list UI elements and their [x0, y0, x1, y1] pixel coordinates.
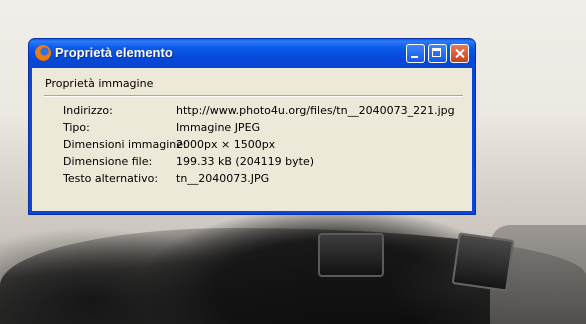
- property-label: Indirizzo:: [63, 104, 113, 117]
- dialog-body: Proprietà immagine Indirizzo: http://www…: [32, 68, 472, 211]
- close-button[interactable]: [450, 44, 469, 63]
- background-photo-buckle: [318, 233, 384, 277]
- properties-dialog: Proprietà elemento Proprietà immagine In…: [28, 38, 476, 215]
- property-value[interactable]: http://www.photo4u.org/files/tn__2040073…: [176, 104, 455, 118]
- property-label: Tipo:: [63, 121, 90, 134]
- title-bar[interactable]: Proprietà elemento: [29, 39, 475, 68]
- property-label: Testo alternativo:: [63, 172, 159, 185]
- section-label: Proprietà immagine: [45, 77, 154, 90]
- background-photo-buckle: [451, 232, 515, 292]
- separator: [44, 95, 463, 97]
- property-label: Dimensione file:: [63, 155, 153, 168]
- maximize-button[interactable]: [428, 44, 447, 63]
- property-value[interactable]: 199.33 kB (204119 byte): [176, 155, 314, 169]
- firefox-icon[interactable]: [35, 45, 51, 61]
- property-value[interactable]: 2000px × 1500px: [176, 138, 275, 152]
- property-value[interactable]: tn__2040073.JPG: [176, 172, 269, 186]
- window-title: Proprietà elemento: [55, 45, 173, 60]
- property-label: Dimensioni immagine:: [63, 138, 187, 151]
- property-value[interactable]: Immagine JPEG: [176, 121, 260, 135]
- minimize-button[interactable]: [406, 44, 425, 63]
